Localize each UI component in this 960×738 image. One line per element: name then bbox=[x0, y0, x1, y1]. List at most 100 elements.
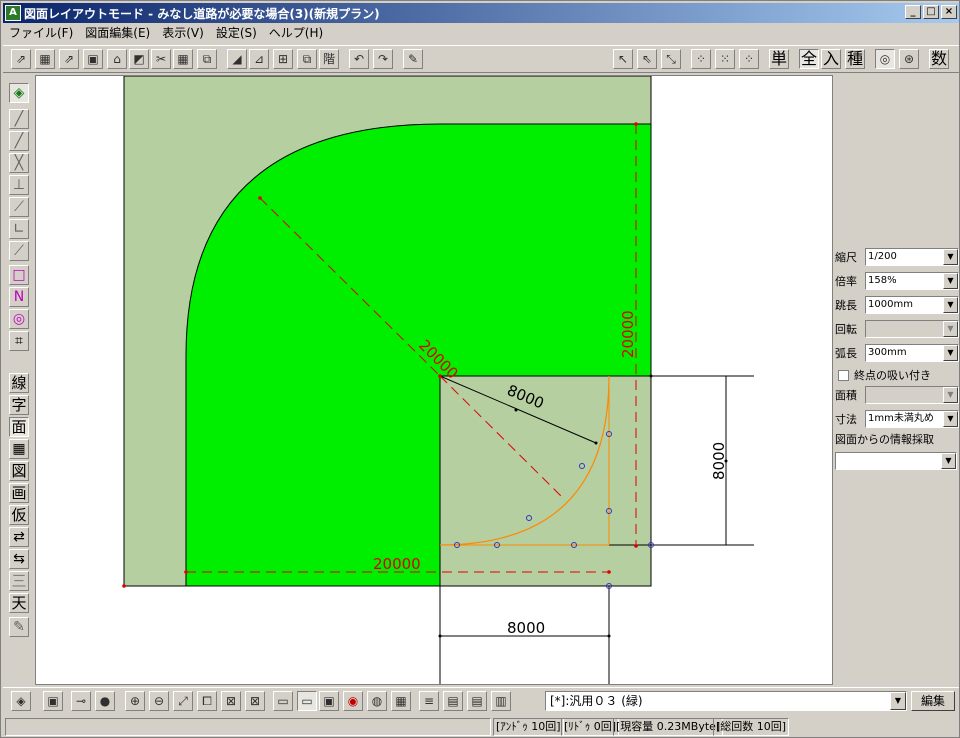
wand-tool-icon[interactable]: ✎ bbox=[9, 617, 29, 637]
layer-replace-icon[interactable]: ⇆ bbox=[9, 549, 29, 569]
select-tool-2-icon[interactable]: ⇖ bbox=[637, 49, 657, 69]
point-tool-icon[interactable]: ● bbox=[95, 691, 115, 711]
stamp-tool-icon[interactable]: ▦ bbox=[9, 439, 29, 459]
eraser-icon[interactable]: ◢ bbox=[227, 49, 247, 69]
grid-tool-2-icon[interactable]: ⁙ bbox=[715, 49, 735, 69]
layout-tool-5-icon[interactable]: ⌂ bbox=[107, 49, 127, 69]
rectangle-tool-icon[interactable]: □ bbox=[9, 265, 29, 285]
copy-icon[interactable]: ⧉ bbox=[297, 49, 317, 69]
select-tool-3-icon[interactable]: ⤡ bbox=[661, 49, 681, 69]
sky-mode-button[interactable]: 天 bbox=[9, 593, 29, 613]
angle-line-tool-icon[interactable]: ⟋ bbox=[9, 197, 29, 217]
jump-combo[interactable]: 1000mm ▼ bbox=[865, 296, 959, 314]
layer-tool-3-icon[interactable]: ▣ bbox=[319, 691, 339, 711]
menu-help[interactable]: ヘルプ(H) bbox=[263, 24, 329, 41]
layout-tool-9-icon[interactable]: ⧉ bbox=[197, 49, 217, 69]
frame-select-icon[interactable]: ▣ bbox=[43, 691, 63, 711]
chevron-down-icon[interactable]: ▼ bbox=[943, 345, 958, 361]
maximize-button[interactable]: □ bbox=[923, 5, 939, 19]
face-mode-button[interactable]: 面 bbox=[9, 417, 29, 437]
zoom-tool-icon[interactable]: ⤢ bbox=[173, 691, 193, 711]
temp-mode-button[interactable]: 仮 bbox=[9, 505, 29, 525]
chevron-down-icon[interactable]: ▼ bbox=[941, 453, 956, 469]
drawing-canvas[interactable]: 20000 20000 20000 8000 8000 8000 bbox=[35, 75, 833, 685]
close-button[interactable]: × bbox=[941, 5, 957, 19]
layer-list-1-icon[interactable]: ▤ bbox=[443, 691, 463, 711]
menu-file[interactable]: ファイル(F) bbox=[3, 24, 79, 41]
layer-tool-2-icon[interactable]: ▭ bbox=[297, 691, 317, 711]
layout-tool-2-icon[interactable]: ▦ bbox=[35, 49, 55, 69]
zoom-in-icon[interactable]: ⊕ bbox=[125, 691, 145, 711]
view-mode-2-icon[interactable]: ⊛ bbox=[899, 49, 919, 69]
dimension-combo[interactable]: 1mm未満丸め ▼ bbox=[865, 410, 959, 428]
picture-mode-button[interactable]: 画 bbox=[9, 483, 29, 503]
all-button[interactable]: 全 bbox=[799, 49, 819, 69]
layer-tool-6-icon[interactable]: ▦ bbox=[391, 691, 411, 711]
chevron-down-icon[interactable]: ▼ bbox=[943, 297, 958, 313]
grid-tool-1-icon[interactable]: ⁘ bbox=[691, 49, 711, 69]
layer-selector[interactable]: [*]:汎用０３ (緑) ▼ bbox=[545, 691, 907, 711]
text-replace-icon[interactable]: ⇄ bbox=[9, 527, 29, 547]
layout-tool-6-icon[interactable]: ◩ bbox=[129, 49, 149, 69]
pin-icon[interactable]: ✎ bbox=[403, 49, 423, 69]
edit-tool-1-icon[interactable]: ⊿ bbox=[249, 49, 269, 69]
layout-tool-4-icon[interactable]: ▣ bbox=[83, 49, 103, 69]
polyline-tool-icon[interactable]: ╱ bbox=[9, 131, 29, 151]
layer-list-3-icon[interactable]: ▥ bbox=[491, 691, 511, 711]
line-tool-icon[interactable]: ╱ bbox=[9, 109, 29, 129]
zoom-all-icon[interactable]: ⊠ bbox=[221, 691, 241, 711]
layer-tool-5-icon[interactable]: ◍ bbox=[367, 691, 387, 711]
figure-mode-button[interactable]: 図 bbox=[9, 461, 29, 481]
layer-tool-1-icon[interactable]: ▭ bbox=[273, 691, 293, 711]
input-button[interactable]: 入 bbox=[821, 49, 841, 69]
circle-tool-icon[interactable]: ◎ bbox=[9, 309, 29, 329]
layout-tool-1-icon[interactable]: ⇗ bbox=[11, 49, 31, 69]
view-mode-1-icon[interactable]: ◎ bbox=[875, 49, 895, 69]
kind-button[interactable]: 種 bbox=[845, 49, 865, 69]
endpoint-snap-checkbox[interactable] bbox=[838, 369, 849, 381]
layout-tool-7-icon[interactable]: ✂ bbox=[151, 49, 171, 69]
chevron-down-icon[interactable]: ▼ bbox=[890, 692, 906, 710]
three-mode-button[interactable]: 三 bbox=[9, 571, 29, 591]
stairs-icon[interactable]: 階 bbox=[319, 49, 339, 69]
magnification-combo[interactable]: 158% ▼ bbox=[865, 272, 959, 290]
chevron-down-icon[interactable]: ▼ bbox=[943, 249, 958, 265]
perpendicular-tool-icon[interactable]: ⊥ bbox=[9, 175, 29, 195]
layer-list-2-icon[interactable]: ▤ bbox=[467, 691, 487, 711]
cross-line-tool-icon[interactable]: ╳ bbox=[9, 153, 29, 173]
pin-tool-icon[interactable]: ⊸ bbox=[71, 691, 91, 711]
menu-settings[interactable]: 設定(S) bbox=[210, 24, 263, 41]
layer-tool-4-icon[interactable]: ◉ bbox=[343, 691, 363, 711]
corner-tool-icon[interactable]: ∟ bbox=[9, 219, 29, 239]
layout-tool-8-icon[interactable]: ▦ bbox=[173, 49, 193, 69]
list-icon[interactable]: ≡ bbox=[419, 691, 439, 711]
dimension-label: 寸法 bbox=[835, 413, 857, 426]
menu-view[interactable]: 表示(V) bbox=[156, 24, 210, 41]
edit-tool-2-icon[interactable]: ⊞ bbox=[273, 49, 293, 69]
scale-combo[interactable]: 1/200 ▼ bbox=[865, 248, 959, 266]
arc-combo[interactable]: 300mm ▼ bbox=[865, 344, 959, 362]
slant-tool-icon[interactable]: ⟋ bbox=[9, 241, 29, 261]
undo-icon[interactable]: ↶ bbox=[349, 49, 369, 69]
single-button[interactable]: 単 bbox=[769, 49, 789, 69]
line-mode-button[interactable]: 線 bbox=[9, 373, 29, 393]
menu-edit[interactable]: 図面編集(E) bbox=[79, 24, 156, 41]
zoom-out-icon[interactable]: ⊖ bbox=[149, 691, 169, 711]
zoom-window-icon[interactable]: ⧠ bbox=[197, 691, 217, 711]
extract-combo[interactable]: ▼ bbox=[835, 452, 957, 470]
paint-bucket-icon[interactable]: ◈ bbox=[11, 691, 31, 711]
chevron-down-icon[interactable]: ▼ bbox=[943, 411, 958, 427]
grid-tool-3-icon[interactable]: ⁘ bbox=[739, 49, 759, 69]
polygon-tool-icon[interactable]: N bbox=[9, 287, 29, 307]
select-cursor-icon[interactable]: ↖ bbox=[613, 49, 633, 69]
zoom-fit-icon[interactable]: ⊠ bbox=[245, 691, 265, 711]
text-mode-button[interactable]: 字 bbox=[9, 395, 29, 415]
redo-icon[interactable]: ↷ bbox=[373, 49, 393, 69]
number-button[interactable]: 数 bbox=[929, 49, 949, 69]
frame-tool-icon[interactable]: ⌗ bbox=[9, 331, 29, 351]
layout-tool-3-icon[interactable]: ⇗ bbox=[59, 49, 79, 69]
edit-button[interactable]: 編集 bbox=[911, 691, 955, 711]
paint-tool-icon[interactable]: ◈ bbox=[9, 83, 29, 103]
minimize-button[interactable]: _ bbox=[905, 5, 921, 19]
chevron-down-icon[interactable]: ▼ bbox=[943, 273, 958, 289]
